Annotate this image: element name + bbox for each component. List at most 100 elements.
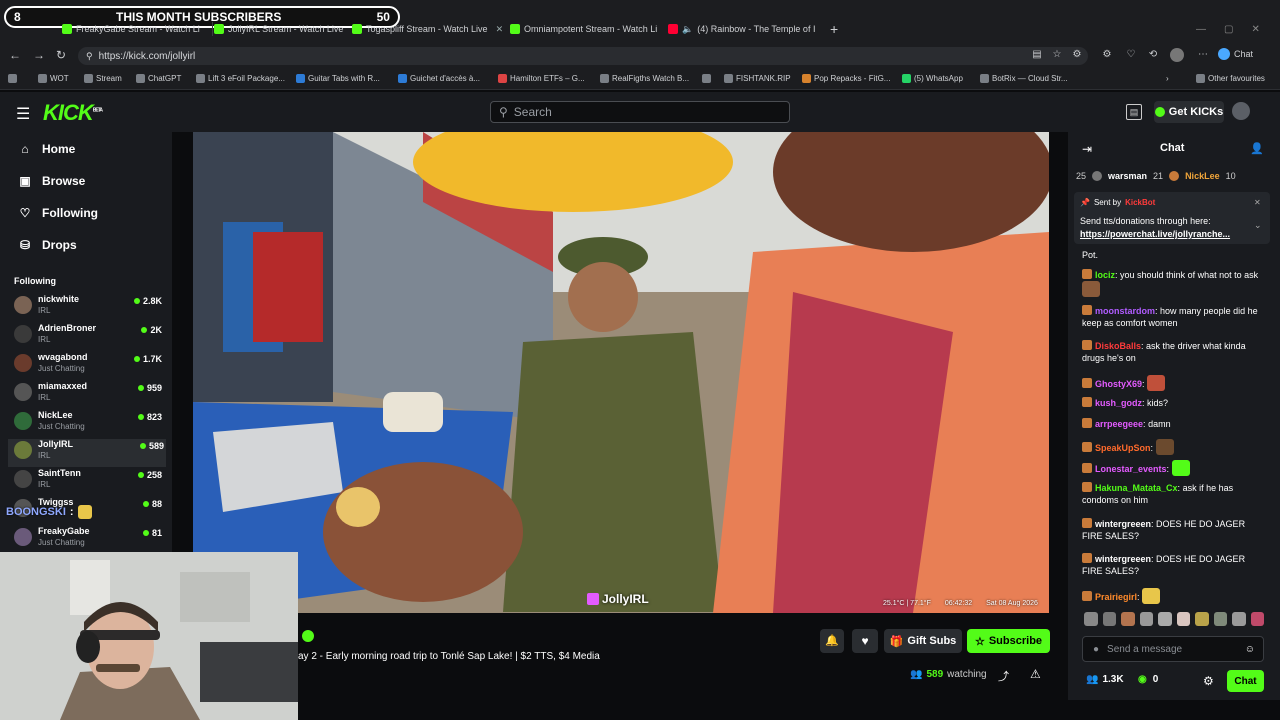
- chat-username[interactable]: Hakuna_Matata_Cx: [1095, 483, 1178, 493]
- user-avatar[interactable]: [1232, 102, 1250, 120]
- emote-icon[interactable]: [1176, 612, 1190, 626]
- settings-icon[interactable]: ⚙: [1100, 48, 1114, 62]
- emote-icon[interactable]: [1139, 612, 1153, 626]
- chat-username[interactable]: wintergreeen: [1095, 519, 1151, 529]
- sidebar-item-home[interactable]: ⌂ Home: [18, 142, 75, 156]
- bookmarks-menu-icon[interactable]: [8, 74, 17, 83]
- search-placeholder: Search: [513, 105, 552, 119]
- sidebar-item-following[interactable]: ♡ Following: [18, 206, 98, 220]
- minimize-icon[interactable]: —: [1196, 24, 1206, 35]
- emote-icon[interactable]: [1102, 612, 1116, 626]
- chat-username[interactable]: wintergreeen: [1095, 554, 1151, 564]
- reader-icon[interactable]: ▤: [1030, 48, 1044, 62]
- emote-icon[interactable]: [1121, 612, 1135, 626]
- bookmark-item[interactable]: (5) WhatsApp: [902, 74, 963, 83]
- chat-username[interactable]: lociz: [1095, 270, 1115, 280]
- chevron-down-icon[interactable]: ⌄: [1254, 220, 1262, 231]
- following-item-miamaxxed[interactable]: miamaxxed IRL 959: [14, 381, 164, 409]
- bookmark-item[interactable]: BotRix — Cloud Str...: [980, 74, 1068, 83]
- site-info-icon[interactable]: ⚲: [86, 51, 93, 62]
- emote-icon[interactable]: [1213, 612, 1227, 626]
- follow-heart-button[interactable]: ♥: [852, 629, 878, 653]
- maximize-icon[interactable]: ▢: [1224, 24, 1233, 35]
- search-input[interactable]: ⚲ Search: [490, 101, 790, 123]
- bookmark-item[interactable]: Pop Repacks - FitG...: [802, 74, 890, 83]
- bookmark-item[interactable]: Stream: [84, 74, 122, 83]
- chat-username[interactable]: kush_godz: [1095, 398, 1142, 408]
- bookmark-item[interactable]: RealFigths Watch B...: [600, 74, 689, 83]
- pinned-link[interactable]: https://powerchat.live/jollyranche...: [1080, 229, 1230, 239]
- stream-manager-icon[interactable]: ▤: [1126, 104, 1142, 120]
- emote-icon[interactable]: [1195, 612, 1209, 626]
- copilot-button[interactable]: Chat: [1218, 48, 1253, 60]
- emote-icon[interactable]: [1158, 612, 1172, 626]
- chat-username[interactable]: arrpeegeee: [1095, 419, 1143, 429]
- more-icon[interactable]: ⋯: [1196, 48, 1210, 62]
- emote-icon[interactable]: [1250, 612, 1264, 626]
- chat-username[interactable]: moonstardom: [1095, 306, 1155, 316]
- tab-rainbow[interactable]: 🔈(4) Rainbow - The Temple of I✕: [668, 18, 818, 40]
- kick-logo[interactable]: KICKBETA: [43, 100, 103, 126]
- bookmark-item[interactable]: FISHTANK.RIP: [724, 74, 791, 83]
- gift-subs-button[interactable]: 🎁 Gift Subs: [884, 629, 962, 653]
- tab-jollyirl[interactable]: JollyIRL Stream - Watch Live: [214, 18, 344, 40]
- close-window-icon[interactable]: ✕: [1251, 24, 1259, 35]
- report-icon[interactable]: ⚠: [1030, 667, 1041, 681]
- emote-icon[interactable]: [1232, 612, 1246, 626]
- tab-omniampotent[interactable]: Omniampotent Stream - Watch Li✕: [510, 18, 660, 40]
- chat-username[interactable]: GhostyX69: [1095, 379, 1142, 389]
- chat-message-input[interactable]: ● Send a message ☺: [1082, 636, 1264, 662]
- other-favourites[interactable]: Other favourites: [1196, 74, 1265, 83]
- collapse-chat-icon[interactable]: ⇥: [1082, 142, 1092, 156]
- profile-avatar[interactable]: [1170, 48, 1184, 62]
- window-controls[interactable]: — ▢ ✕: [1196, 18, 1276, 40]
- following-item-wvagabond[interactable]: wvagabond Just Chatting 1.7K: [14, 352, 164, 380]
- address-bar[interactable]: ⚲ https://kick.com/jollyirl: [78, 47, 1088, 65]
- bookmark-item[interactable]: Guichet d'accès à...: [398, 74, 480, 83]
- bookmark-item[interactable]: Lift 3 eFoil Package...: [196, 74, 285, 83]
- following-item-sainttenn[interactable]: SaintTenn IRL 258: [14, 468, 164, 496]
- bookmark-item[interactable]: ChatGPT: [136, 74, 181, 83]
- following-item-nicklee[interactable]: NickLee Just Chatting 823: [14, 410, 164, 438]
- video-player[interactable]: JollyIRL 25.1°C | 77.1°F 06:42:32 Sat 08…: [193, 132, 1049, 613]
- emoji-icon[interactable]: ☺: [1245, 644, 1255, 655]
- following-item-freakygabe[interactable]: FreakyGabe Just Chatting 81: [14, 526, 164, 554]
- sidebar-item-drops[interactable]: ⛁ Drops: [18, 238, 77, 252]
- bookmark-item[interactable]: WOT: [38, 74, 69, 83]
- close-tab-icon[interactable]: ✕: [496, 24, 502, 35]
- unpin-icon[interactable]: ✕: [1254, 198, 1261, 207]
- refresh-icon[interactable]: ↻: [54, 48, 68, 62]
- tab-freakygabe[interactable]: FreakyGabe Stream - Watch Li: [62, 18, 212, 40]
- forward-icon[interactable]: →: [32, 48, 46, 62]
- back-icon[interactable]: ←: [8, 48, 22, 62]
- history-icon[interactable]: ⟲: [1146, 48, 1160, 62]
- chat-send-button[interactable]: Chat: [1227, 670, 1264, 692]
- chat-username[interactable]: DiskoBalls: [1095, 341, 1141, 351]
- chat-username[interactable]: Lonestar_events: [1095, 464, 1167, 474]
- bookmark-item[interactable]: [702, 74, 711, 83]
- emote-icon[interactable]: [1084, 612, 1098, 626]
- viewers-icon: 👥: [910, 669, 923, 680]
- get-kicks-button[interactable]: Get KICKs: [1154, 101, 1224, 123]
- chat-username[interactable]: Prairiegirl: [1095, 592, 1137, 602]
- chat-username[interactable]: SpeakUpSon: [1095, 443, 1151, 453]
- share-icon[interactable]: ⤴: [998, 668, 1009, 684]
- bookmarks-overflow-chevron-icon[interactable]: ›: [1166, 74, 1169, 83]
- favorites-icon[interactable]: ♡: [1124, 48, 1138, 62]
- subscribe-button[interactable]: ☆ Subscribe: [967, 629, 1050, 653]
- sidebar-item-browse[interactable]: ▣ Browse: [18, 174, 85, 188]
- tab-togaspliff[interactable]: Togaspliff Stream - Watch Live ✕: [352, 18, 502, 40]
- extension-icon[interactable]: ⚙: [1070, 48, 1084, 62]
- notification-bell-button[interactable]: 🔔: [820, 629, 844, 653]
- chat-users-icon[interactable]: 👤: [1250, 142, 1264, 155]
- following-item-nickwhite[interactable]: nickwhite IRL 2.8K: [14, 294, 164, 322]
- bookmark-item[interactable]: Hamilton ETFs – G...: [498, 74, 585, 83]
- new-tab-button[interactable]: +: [830, 18, 844, 40]
- bookmark-item[interactable]: Guitar Tabs with R...: [296, 74, 380, 83]
- following-item-adrienbroner[interactable]: AdrienBroner IRL 2K: [14, 323, 164, 351]
- chat-settings-gear-icon[interactable]: ⚙: [1203, 674, 1214, 688]
- following-item-jollyirl[interactable]: JollyIRL IRL 589: [8, 439, 166, 467]
- viewer-count: 👥 589 watching: [910, 669, 987, 680]
- favorite-star-icon[interactable]: ☆: [1050, 48, 1064, 62]
- hamburger-menu-icon[interactable]: ☰: [16, 104, 30, 124]
